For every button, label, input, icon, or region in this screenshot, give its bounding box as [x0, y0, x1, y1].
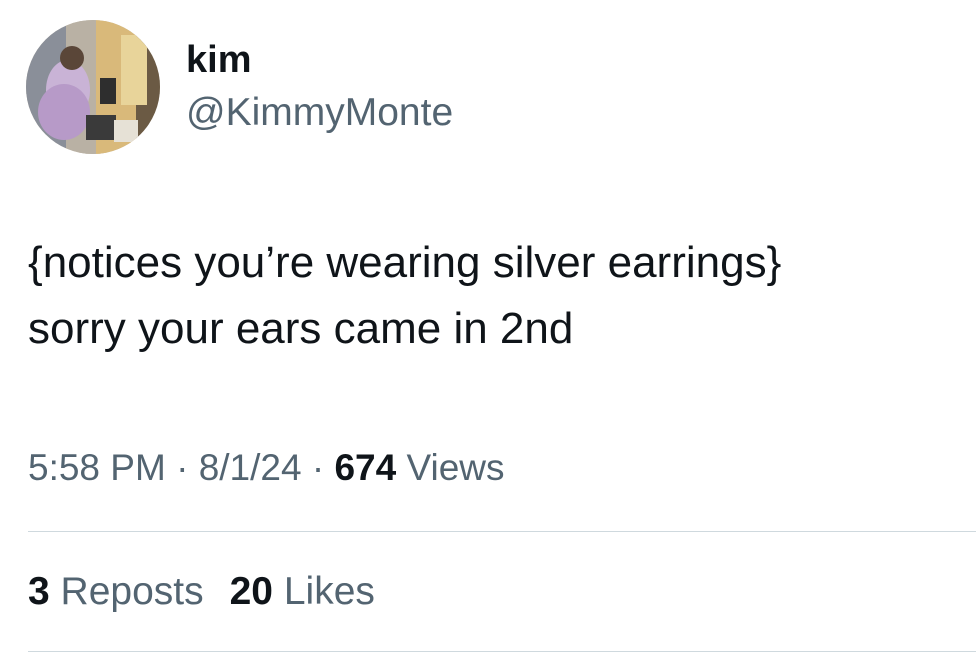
views-label: Views: [396, 447, 505, 488]
display-name[interactable]: kim: [186, 38, 453, 82]
user-info: kim @KimmyMonte: [186, 20, 453, 136]
tweet-time[interactable]: 5:58 PM: [28, 447, 166, 488]
tweet-text-line: sorry your ears came in 2nd: [28, 304, 574, 353]
divider: [28, 651, 976, 652]
tweet-card: kim @KimmyMonte {notices you’re wearing …: [0, 0, 976, 661]
views-count: 674: [334, 447, 397, 488]
engagement-stats: 3 Reposts 20 Likes: [28, 568, 401, 616]
tweet-text: {notices you’re wearing silver earrings}…: [28, 230, 958, 362]
meta-separator: ·: [165, 447, 199, 488]
user-handle[interactable]: @KimmyMonte: [186, 90, 453, 136]
reposts-stat[interactable]: 3 Reposts: [28, 570, 204, 613]
divider: [28, 531, 976, 532]
tweet-date[interactable]: 8/1/24: [199, 447, 302, 488]
meta-separator: ·: [301, 447, 335, 488]
avatar[interactable]: [26, 20, 160, 154]
reposts-count: 3: [28, 570, 50, 613]
reposts-label: Reposts: [49, 570, 204, 613]
tweet-meta: 5:58 PM · 8/1/24 · 674 Views: [28, 445, 505, 491]
avatar-photo: [26, 20, 160, 154]
likes-stat[interactable]: 20 Likes: [230, 570, 375, 613]
tweet-text-line: {notices you’re wearing silver earrings}: [28, 238, 782, 287]
likes-count: 20: [229, 570, 273, 613]
tweet-header: kim @KimmyMonte: [26, 20, 453, 154]
likes-label: Likes: [273, 570, 375, 613]
